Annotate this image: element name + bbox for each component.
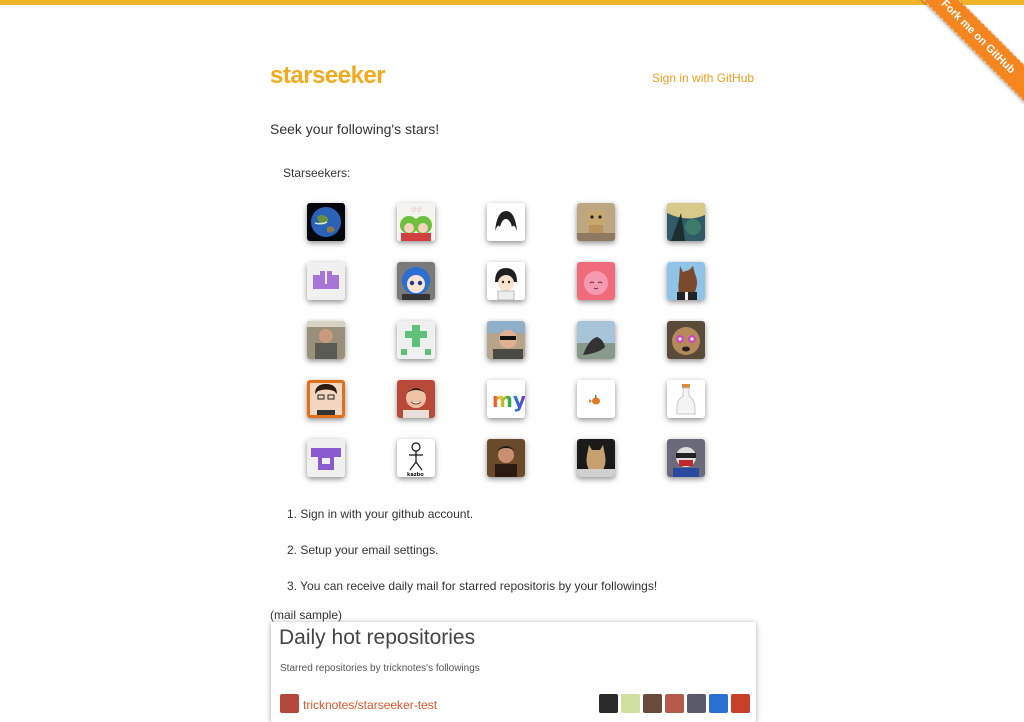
- stargazer-avatar: [709, 694, 728, 713]
- repo-link[interactable]: tricknotes/starseeker-test: [303, 698, 437, 712]
- fork-me-on-github-ribbon[interactable]: Fork me on GitHub: [914, 0, 1024, 103]
- step-3: 3. You can receive daily mail for starre…: [287, 579, 658, 593]
- pink-character-avatar[interactable]: [577, 262, 615, 300]
- cartoon-boy-avatar[interactable]: [487, 262, 525, 300]
- stick-figure-avatar[interactable]: kazbo: [397, 439, 435, 477]
- sign-in-with-github-link[interactable]: Sign in with GitHub: [652, 71, 754, 85]
- outdoor-avatar[interactable]: [577, 321, 615, 359]
- tagline: Seek your following's stars!: [270, 121, 440, 137]
- small-fish-avatar[interactable]: [577, 380, 615, 418]
- stargazer-avatar: [599, 694, 618, 713]
- my-logo-avatar[interactable]: my: [487, 380, 525, 418]
- stargazer-avatar: [621, 694, 640, 713]
- anime-girls-avatar[interactable]: ♡♡: [397, 203, 435, 241]
- tree-avatar[interactable]: [667, 203, 705, 241]
- hair-sketch-avatar[interactable]: [487, 203, 525, 241]
- step-2: 2. Setup your email settings.: [287, 543, 439, 557]
- dog-avatar[interactable]: [667, 321, 705, 359]
- purple-identicon-avatar[interactable]: [307, 262, 345, 300]
- mail-subtitle: Starred repositories by tricknotes's fol…: [280, 663, 480, 674]
- danbo-avatar[interactable]: [577, 203, 615, 241]
- my-logo-text: my: [492, 388, 525, 412]
- horse-mask-avatar[interactable]: [667, 262, 705, 300]
- mail-title: Daily hot repositories: [279, 626, 476, 649]
- fork-ribbon-container: Fork me on GitHub: [914, 0, 1024, 110]
- horse-head-avatar[interactable]: [577, 439, 615, 477]
- glasses-man-avatar[interactable]: [307, 380, 345, 418]
- purple-tshirt-avatar[interactable]: [307, 439, 345, 477]
- blue-hair-avatar[interactable]: [397, 262, 435, 300]
- bottle-avatar[interactable]: [667, 380, 705, 418]
- stargazer-avatar: [643, 694, 662, 713]
- stargazer-avatar: [665, 694, 684, 713]
- masked-avatar[interactable]: [667, 439, 705, 477]
- stargazer-avatar: [687, 694, 706, 713]
- stick-figure-caption: kazbo: [407, 472, 424, 477]
- step-1: 1. Sign in with your github account.: [287, 507, 474, 521]
- smiling-man-avatar[interactable]: [397, 380, 435, 418]
- green-identicon-avatar[interactable]: [397, 321, 435, 359]
- man-photo-avatar[interactable]: [307, 321, 345, 359]
- earth-avatar[interactable]: [307, 203, 345, 241]
- svg-text:♡♡: ♡♡: [411, 207, 422, 214]
- dark-photo-avatar[interactable]: [487, 439, 525, 477]
- mail-sample-label: (mail sample): [270, 608, 343, 622]
- starseekers-label: Starseekers:: [283, 166, 351, 180]
- top-accent-bar: [0, 0, 1024, 5]
- mail-sample-preview: Daily hot repositories Starred repositor…: [271, 622, 756, 722]
- sunglasses-avatar[interactable]: [487, 321, 525, 359]
- site-logo[interactable]: starseeker: [270, 62, 386, 90]
- stargazer-avatar: [731, 694, 750, 713]
- repo-owner-avatar: [280, 694, 299, 713]
